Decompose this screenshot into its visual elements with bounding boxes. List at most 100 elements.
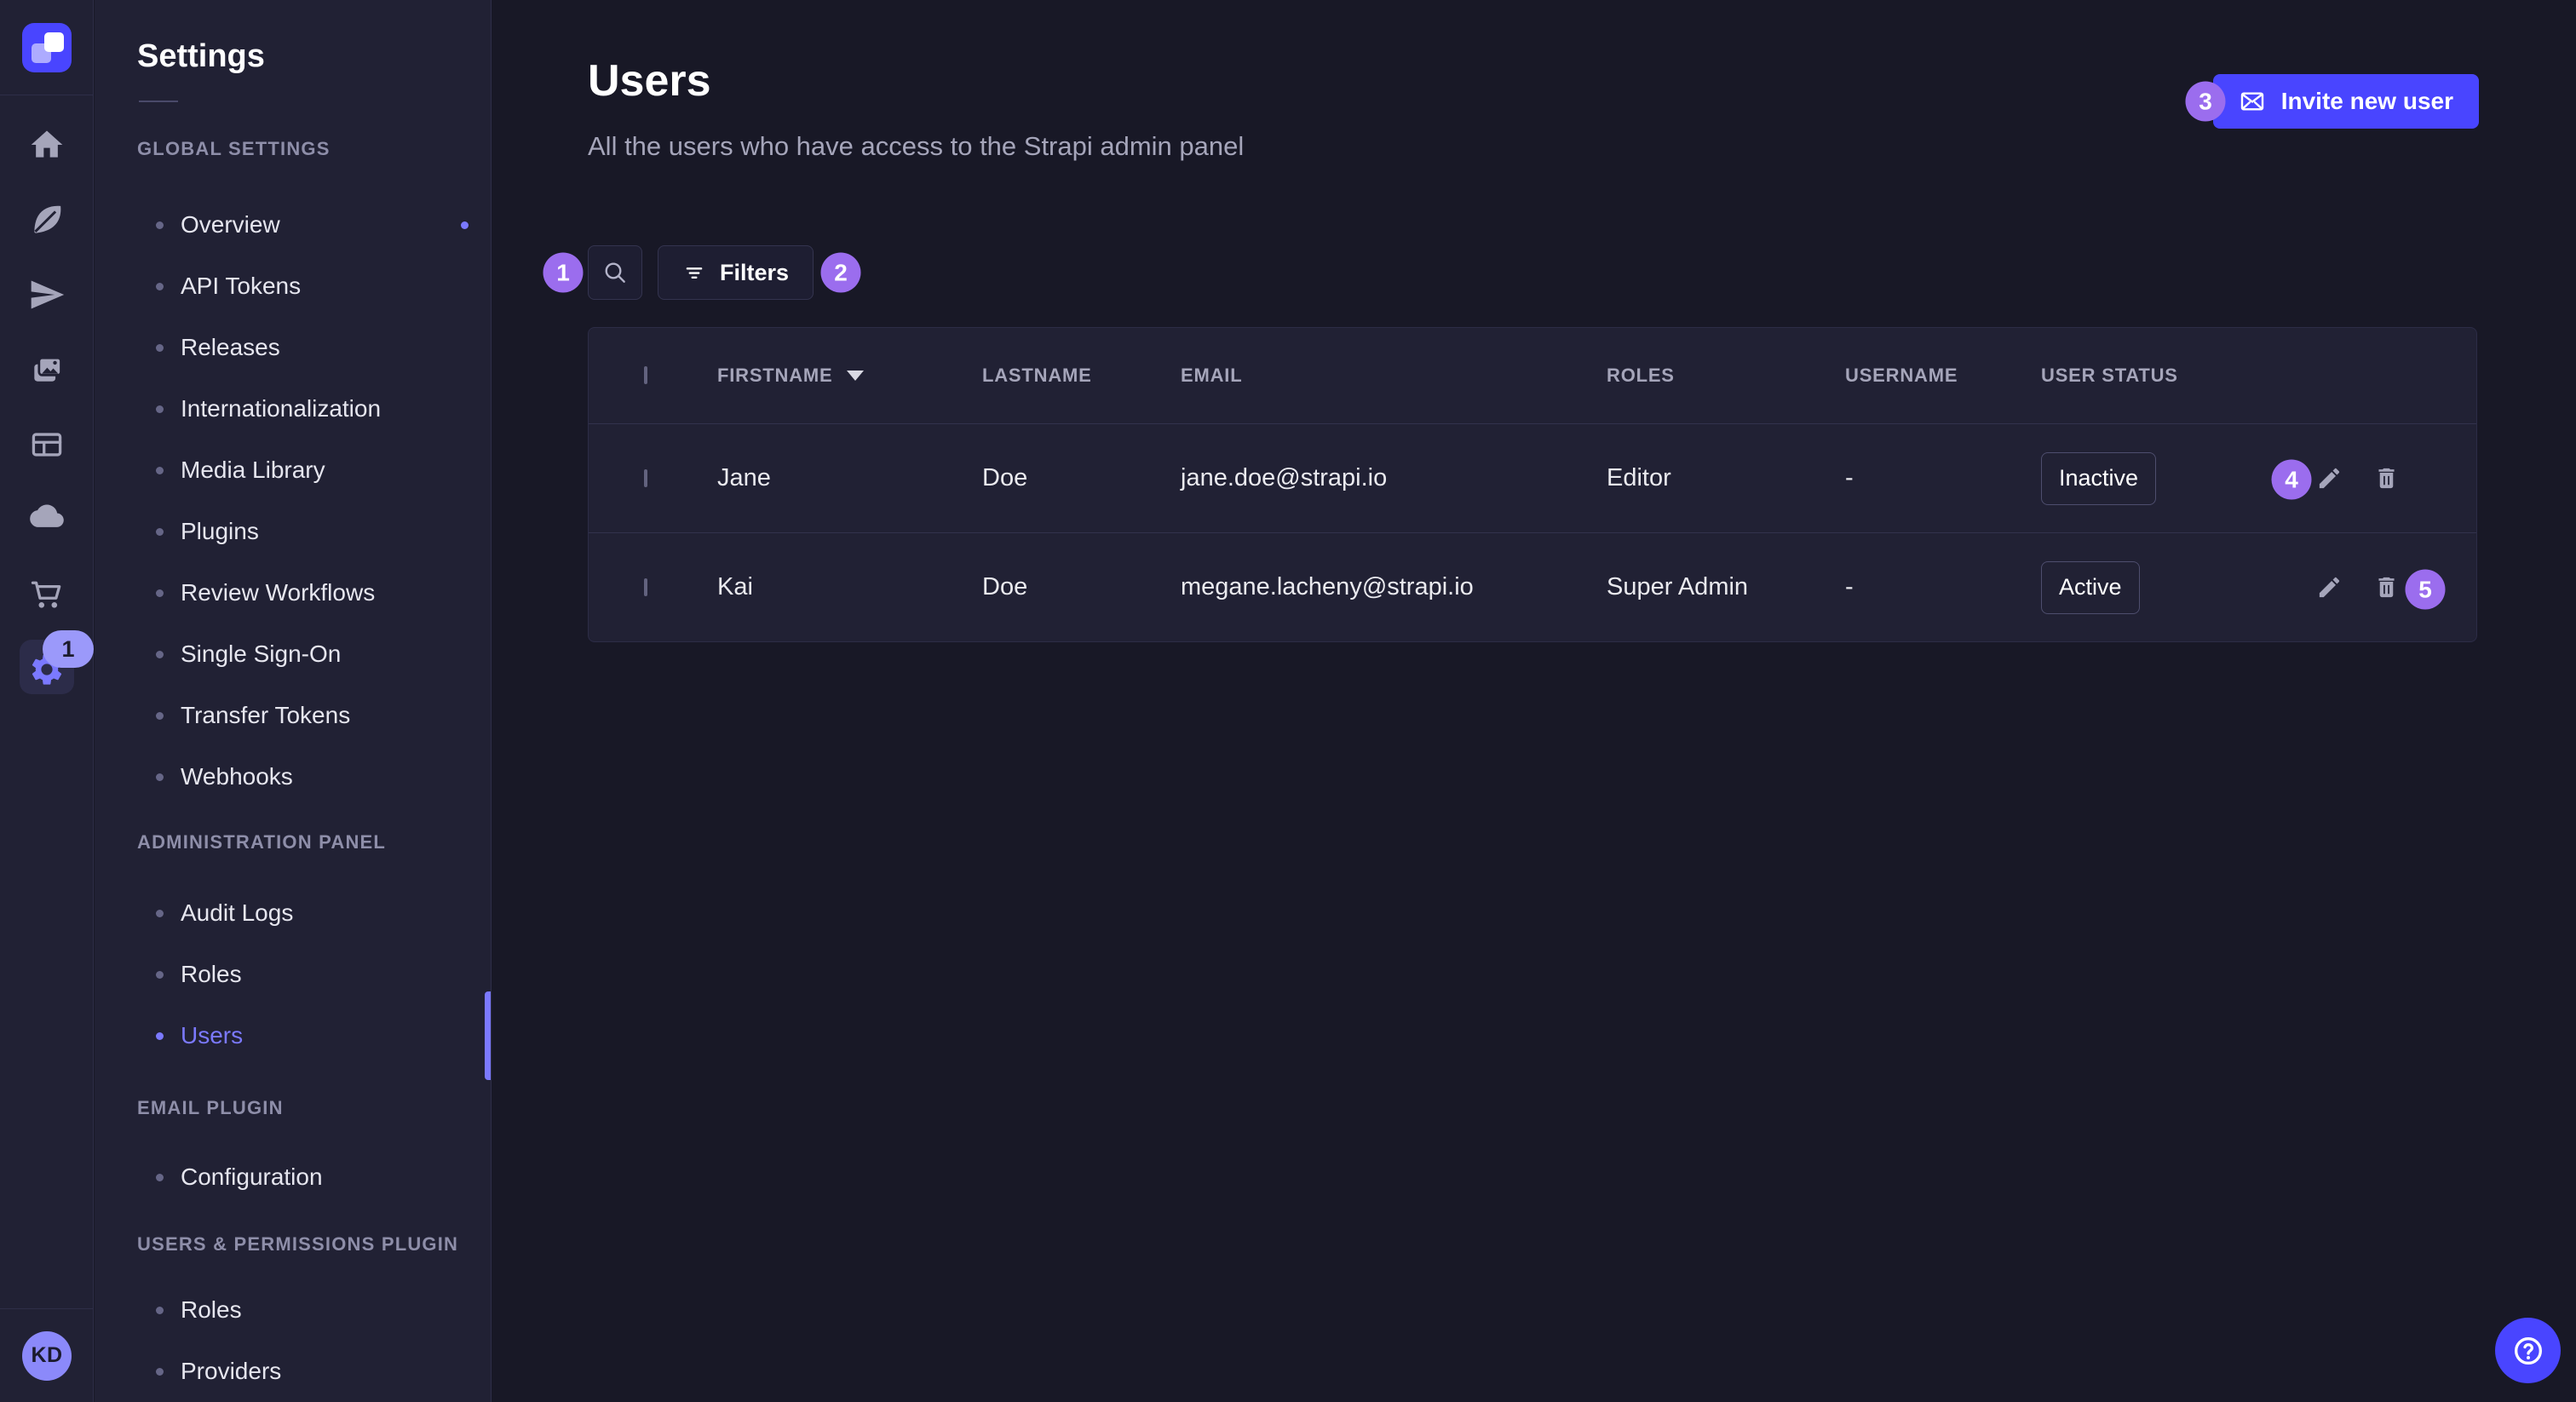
table-row: Kai Doe megane.lacheny@strapi.io Super A… [589,532,2476,641]
subnav-item-up-roles[interactable]: Roles [137,1279,491,1341]
cloud-icon [28,501,66,538]
column-header-lastname: Lastname [982,365,1181,387]
bullet-icon [156,773,164,781]
filter-icon [682,261,706,284]
rail-item-home[interactable] [0,107,93,182]
bullet-icon [156,221,164,229]
table-header-row: Firstname Lastname Email Roles Username … [589,328,2476,423]
bullet-icon [156,405,164,413]
delete-user-button[interactable] [2373,465,2400,491]
envelope-icon [2239,88,2266,115]
cell-username: - [1845,464,2041,492]
subnav-item-audit-logs[interactable]: Audit Logs [137,882,491,944]
strapi-logo-glyph-shadow [32,43,51,63]
rail-item-content-manager[interactable] [0,407,93,482]
annotation-mark-2: 2 [821,253,861,293]
title-divider [139,101,178,102]
subnav-item-webhooks[interactable]: Webhooks [137,746,491,807]
annotation-mark-1: 1 [543,253,584,293]
cell-firstname: Kai [717,573,982,601]
bullet-icon [156,651,164,658]
edit-user-button[interactable] [2316,465,2343,491]
main-content: Users All the users who have access to t… [492,0,2576,1402]
rail-item-cloud[interactable] [0,482,93,557]
section-label-global-settings: Global settings [137,140,491,158]
section-label-email-plugin: Email plugin [137,1099,491,1118]
filters-button[interactable]: Filters [658,245,814,300]
feather-icon [28,201,66,238]
cell-email: megane.lacheny@strapi.io [1181,573,1607,601]
row-checkbox[interactable] [644,469,647,487]
bullet-icon [156,1032,164,1040]
page-title: Users [588,55,1244,107]
shopping-cart-icon [28,576,66,613]
sort-descending-icon [847,371,864,381]
toolbar: Filters [588,245,814,300]
bullet-icon [156,589,164,597]
subnav-item-single-sign-on[interactable]: Single Sign-On [137,623,491,685]
status-badge: Inactive [2041,452,2156,505]
column-header-firstname[interactable]: Firstname [717,365,982,387]
bullet-icon [156,971,164,979]
edit-user-button[interactable] [2316,574,2343,600]
rail-footer: KD [0,1308,94,1402]
annotation-mark-4: 4 [2272,460,2312,500]
section-label-administration-panel: Administration panel [137,833,491,852]
subnav-item-admin-roles[interactable]: Roles [137,944,491,1005]
subnav-item-releases[interactable]: Releases [137,317,491,378]
users-table: Firstname Lastname Email Roles Username … [588,327,2477,642]
rail-item-settings[interactable]: 1 [0,632,93,707]
bullet-icon [156,1174,164,1181]
subnav-item-transfer-tokens[interactable]: Transfer Tokens [137,685,491,746]
nav-rail: 1 KD [0,0,94,1402]
bullet-icon [156,283,164,290]
column-header-username: Username [1845,365,2041,387]
paper-plane-icon [28,276,66,313]
subnav-item-up-providers[interactable]: Providers [137,1341,491,1402]
column-header-user-status: User status [2041,365,2241,387]
invite-new-user-button[interactable]: Invite new user [2213,74,2479,129]
status-badge: Active [2041,561,2140,614]
rail-item-content-type-builder[interactable] [0,182,93,257]
media-gallery-icon [28,351,66,388]
trash-icon [2373,465,2400,491]
trash-icon [2373,574,2400,600]
rail-item-marketplace[interactable] [0,557,93,632]
settings-subnav: Settings Global settings Overview API To… [95,0,492,1402]
search-icon [601,259,629,286]
strapi-logo[interactable] [22,23,72,72]
subnav-item-overview[interactable]: Overview [137,194,491,256]
rail-item-deploy[interactable] [0,257,93,332]
help-button[interactable] [2495,1318,2561,1383]
delete-user-button[interactable] [2373,574,2400,600]
subnav-item-api-tokens[interactable]: API Tokens [137,256,491,317]
row-checkbox[interactable] [644,578,647,596]
subnav-item-email-configuration[interactable]: Configuration [137,1146,491,1208]
subnav-item-media-library[interactable]: Media Library [137,440,491,501]
select-all-checkbox[interactable] [644,366,647,384]
subnav-item-users[interactable]: Users [137,1005,491,1066]
settings-notification-badge: 1 [43,630,94,668]
user-avatar[interactable]: KD [22,1331,72,1381]
question-circle-icon [2511,1334,2545,1368]
column-header-roles: Roles [1607,365,1845,387]
section-label-users-permissions-plugin: Users & Permissions plugin [137,1235,491,1254]
pencil-icon [2316,574,2343,600]
cell-email: jane.doe@strapi.io [1181,464,1607,492]
subnav-item-review-workflows[interactable]: Review Workflows [137,562,491,623]
overview-notification-dot-icon [461,221,469,229]
pencil-icon [2316,465,2343,491]
page-subtitle: All the users who have access to the Str… [588,129,1244,164]
cell-lastname: Doe [982,464,1181,492]
layout-icon [28,426,66,463]
subnav-item-internationalization[interactable]: Internationalization [137,378,491,440]
table-row: Jane Doe jane.doe@strapi.io Editor - Ina… [589,423,2476,532]
search-button[interactable] [588,245,642,300]
bullet-icon [156,1307,164,1314]
bullet-icon [156,712,164,720]
rail-item-media-library[interactable] [0,332,93,407]
column-header-email: Email [1181,365,1607,387]
annotation-mark-3: 3 [2186,82,2226,122]
cell-roles: Super Admin [1607,573,1845,601]
subnav-item-plugins[interactable]: Plugins [137,501,491,562]
